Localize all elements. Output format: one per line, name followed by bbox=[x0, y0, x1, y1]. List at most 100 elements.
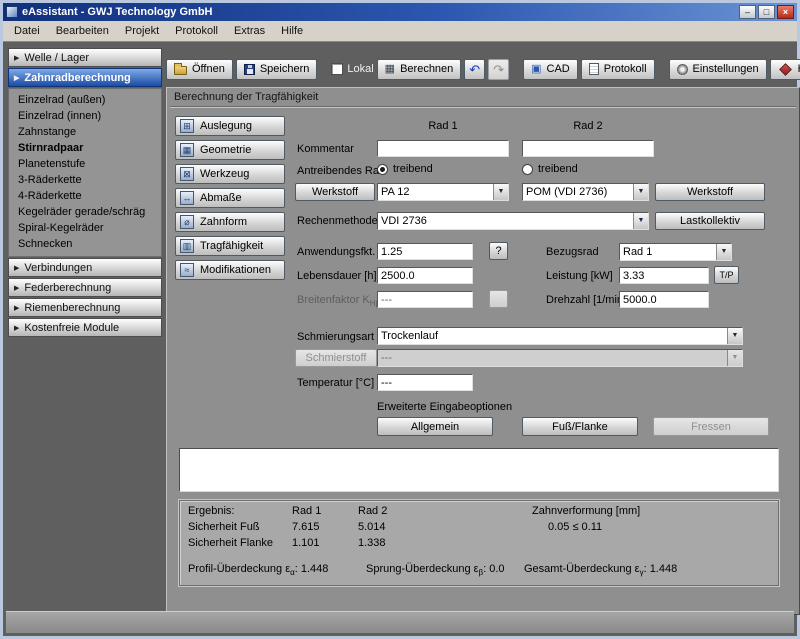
temperatur-label: Temperatur [°C] bbox=[297, 377, 374, 389]
cad-button[interactable]: ▣ CAD bbox=[523, 59, 578, 80]
chevron-down-icon[interactable]: ▼ bbox=[493, 184, 508, 200]
modifikationen-icon: ≈ bbox=[180, 263, 194, 277]
nav-modifikationen-button[interactable]: ≈ Modifikationen bbox=[175, 260, 285, 280]
lastkollektiv-button[interactable]: Lastkollektiv bbox=[655, 212, 765, 230]
close-button[interactable]: × bbox=[777, 5, 794, 19]
menu-datei[interactable]: Datei bbox=[6, 22, 48, 40]
sidebar-item-zahnstange[interactable]: Zahnstange bbox=[9, 124, 161, 140]
sidebar-item-spiral-kegelraeder[interactable]: Spiral-Kegelräder bbox=[9, 220, 161, 236]
werkstoff-rad2-select[interactable]: POM (VDI 2736) ▼ bbox=[522, 183, 649, 201]
werkstoff-rad1-select[interactable]: PA 12 ▼ bbox=[377, 183, 509, 201]
sidebar-section-zahnradberechnung[interactable]: ▶ Zahnradberechnung bbox=[8, 68, 162, 87]
leistung-input[interactable] bbox=[619, 267, 709, 284]
fuss-flanke-button[interactable]: Fuß/Flanke bbox=[522, 417, 638, 436]
breitenfaktor-input bbox=[377, 291, 473, 308]
floppy-disk-icon bbox=[244, 64, 255, 75]
protocol-button[interactable]: Protokoll bbox=[581, 59, 655, 80]
app-body: ▶ Welle / Lager ▶ Zahnradberechnung Einz… bbox=[6, 45, 794, 611]
calculate-button[interactable]: ▦ Berechnen bbox=[377, 59, 462, 80]
treibend-rad2-radio[interactable] bbox=[522, 164, 533, 175]
help-icon bbox=[779, 63, 792, 76]
schmierstoff-button: Schmierstoff bbox=[295, 349, 377, 367]
menu-protokoll[interactable]: Protokoll bbox=[167, 22, 226, 40]
temperatur-input[interactable] bbox=[377, 374, 473, 391]
help-button[interactable]: Hilfe bbox=[770, 59, 800, 80]
sidebar-section-verbindungen[interactable]: ▶ Verbindungen bbox=[8, 258, 162, 277]
sidebar-section-label: Kostenfreie Module bbox=[24, 322, 119, 334]
nav-tragfaehigkeit-button[interactable]: ▥ Tragfähigkeit bbox=[175, 236, 285, 256]
werkzeug-icon: ⊠ bbox=[180, 167, 194, 181]
minimize-button[interactable]: – bbox=[739, 5, 756, 19]
anwendungsfaktor-input[interactable] bbox=[377, 243, 473, 260]
maximize-button[interactable]: □ bbox=[758, 5, 775, 19]
werkstoff-rad2-button[interactable]: Werkstoff bbox=[655, 183, 765, 201]
sidebar-section-kostenfreie-module[interactable]: ▶ Kostenfreie Module bbox=[8, 318, 162, 337]
menu-bearbeiten[interactable]: Bearbeiten bbox=[48, 22, 117, 40]
results-panel: Ergebnis: Rad 1 Rad 2 Zahnverformung [mm… bbox=[179, 500, 779, 586]
lebensdauer-input[interactable] bbox=[377, 267, 473, 284]
drehzahl-label: Drehzahl [1/min] bbox=[546, 294, 626, 306]
redo-button[interactable]: ↷ bbox=[488, 59, 509, 80]
chevron-down-icon[interactable]: ▼ bbox=[716, 244, 731, 260]
arrow-right-icon: ▶ bbox=[14, 284, 19, 292]
sidebar-item-stirnradpaar[interactable]: Stirnradpaar bbox=[9, 140, 161, 156]
rad1-column-header: Rad 1 bbox=[377, 120, 509, 132]
nav-werkzeug-button[interactable]: ⊠ Werkzeug bbox=[175, 164, 285, 184]
chevron-down-icon[interactable]: ▼ bbox=[633, 213, 648, 229]
open-button[interactable]: Öffnen bbox=[166, 59, 233, 80]
schmierungsart-value: Trockenlauf bbox=[378, 328, 727, 344]
chevron-down-icon[interactable]: ▼ bbox=[633, 184, 648, 200]
cad-button-label: CAD bbox=[547, 63, 570, 75]
nav-label: Abmaße bbox=[200, 192, 242, 204]
schmierstoff-select: --- ▼ bbox=[377, 349, 743, 367]
schmierungsart-select[interactable]: Trockenlauf ▼ bbox=[377, 327, 743, 345]
anwendungsfaktor-help-button[interactable]: ? bbox=[489, 242, 508, 260]
lebensdauer-label: Lebensdauer [h] bbox=[297, 270, 377, 282]
bezugsrad-select[interactable]: Rad 1 ▼ bbox=[619, 243, 732, 261]
treibend-rad1-radio[interactable] bbox=[377, 164, 388, 175]
status-bar bbox=[6, 611, 794, 633]
local-checkbox[interactable] bbox=[331, 63, 343, 75]
sidebar-item-einzelrad-innen[interactable]: Einzelrad (innen) bbox=[9, 108, 161, 124]
result-value: 1.338 bbox=[358, 537, 386, 549]
cad-icon: ▣ bbox=[531, 64, 541, 75]
settings-button-label: Einstellungen bbox=[693, 63, 759, 75]
message-area bbox=[179, 448, 779, 492]
menu-projekt[interactable]: Projekt bbox=[117, 22, 167, 40]
sidebar-item-einzelrad-aussen[interactable]: Einzelrad (außen) bbox=[9, 92, 161, 108]
nav-geometrie-button[interactable]: ▦ Geometrie bbox=[175, 140, 285, 160]
nav-abmasse-button[interactable]: ↔ Abmaße bbox=[175, 188, 285, 208]
kommentar-label: Kommentar bbox=[297, 143, 354, 155]
allgemein-button[interactable]: Allgemein bbox=[377, 417, 493, 436]
menu-extras[interactable]: Extras bbox=[226, 22, 273, 40]
menu-hilfe[interactable]: Hilfe bbox=[273, 22, 311, 40]
sidebar-section-riemenberechnung[interactable]: ▶ Riemenberechnung bbox=[8, 298, 162, 317]
nav-auslegung-button[interactable]: ⊞ Auslegung bbox=[175, 116, 285, 136]
werkstoff-rad1-button[interactable]: Werkstoff bbox=[295, 183, 375, 201]
sidebar-item-planetenstufe[interactable]: Planetenstufe bbox=[9, 156, 161, 172]
protocol-button-label: Protokoll bbox=[604, 63, 647, 75]
kommentar-rad2-input[interactable] bbox=[522, 140, 654, 157]
sidebar-item-schnecken[interactable]: Schnecken bbox=[9, 236, 161, 252]
rechenmethode-select[interactable]: VDI 2736 ▼ bbox=[377, 212, 649, 230]
sidebar-section-welle-lager[interactable]: ▶ Welle / Lager bbox=[8, 48, 162, 67]
redo-icon: ↷ bbox=[493, 64, 504, 75]
result-value: 1.101 bbox=[292, 537, 320, 549]
sidebar-item-4-raederkette[interactable]: 4-Räderkette bbox=[9, 188, 161, 204]
chevron-down-icon[interactable]: ▼ bbox=[727, 328, 742, 344]
sidebar-item-3-raederkette[interactable]: 3-Räderkette bbox=[9, 172, 161, 188]
torque-power-toggle-button[interactable]: T/P bbox=[714, 266, 739, 284]
drehzahl-input[interactable] bbox=[619, 291, 709, 308]
calculator-icon: ▦ bbox=[385, 64, 395, 75]
undo-button[interactable]: ↶ bbox=[464, 59, 485, 80]
gear-icon bbox=[677, 64, 688, 75]
settings-button[interactable]: Einstellungen bbox=[669, 59, 767, 80]
nav-zahnform-button[interactable]: ⌀ Zahnform bbox=[175, 212, 285, 232]
save-button[interactable]: Speichern bbox=[236, 59, 318, 80]
arrow-right-icon: ▶ bbox=[14, 264, 19, 272]
save-button-label: Speichern bbox=[260, 63, 310, 75]
bezugsrad-label: Bezugsrad bbox=[546, 246, 599, 258]
sidebar-section-federberechnung[interactable]: ▶ Federberechnung bbox=[8, 278, 162, 297]
kommentar-rad1-input[interactable] bbox=[377, 140, 509, 157]
sidebar-item-kegelraeder[interactable]: Kegelräder gerade/schräg bbox=[9, 204, 161, 220]
